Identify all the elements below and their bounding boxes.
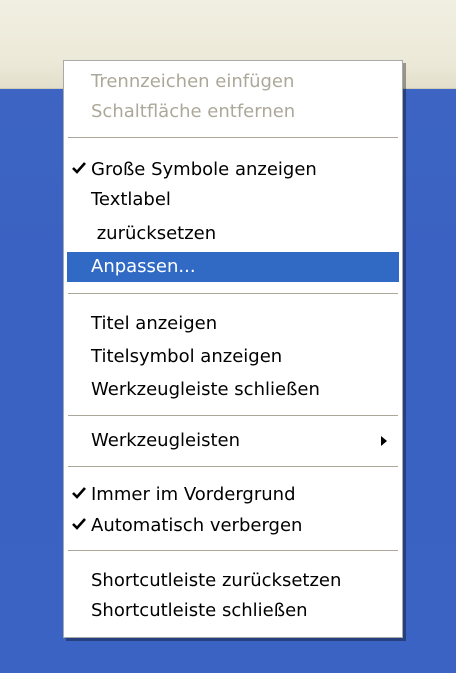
menu-item-label: Immer im Vordergrund [91,484,296,505]
menu-item-shortcutleiste-zuruecksetzen[interactable]: Shortcutleiste zurücksetzen [67,566,399,596]
menu-item-werkzeugleiste-schliessen[interactable]: Werkzeugleiste schließen [67,375,399,405]
checkmark-icon [72,162,86,174]
menu-item-titel-anzeigen[interactable]: Titel anzeigen [67,309,399,339]
menu-item-label: Werkzeugleiste schließen [91,379,320,400]
checkmark-icon [72,518,86,530]
menu-separator [68,415,398,416]
menu-separator [68,293,398,294]
menu-item-label: Automatisch verbergen [91,515,303,536]
menu-item-label: Werkzeugleisten [91,430,240,451]
menu-separator [68,466,398,467]
menu-item-titelsymbol-anzeigen[interactable]: Titelsymbol anzeigen [67,342,399,372]
context-menu: Trennzeichen einfügen Schaltfläche entfe… [63,60,403,638]
menu-item-zuruecksetzen[interactable]: zurücksetzen [67,219,399,249]
menu-item-label: Titel anzeigen [91,313,218,334]
menu-item-schaltflaeche-entfernen: Schaltfläche entfernen [67,97,399,127]
menu-item-shortcutleiste-schliessen[interactable]: Shortcutleiste schließen [67,596,399,626]
menu-item-label: Textlabel [91,189,171,210]
menu-item-label: zurücksetzen [91,223,217,244]
menu-item-label: Anpassen... [91,256,196,277]
menu-item-label: Titelsymbol anzeigen [91,346,283,367]
menu-item-automatisch-verbergen[interactable]: Automatisch verbergen [67,511,399,541]
menu-item-textlabel[interactable]: Textlabel [67,185,399,215]
menu-item-immer-im-vordergrund[interactable]: Immer im Vordergrund [67,480,399,510]
menu-item-label: Große Symbole anzeigen [91,159,317,180]
menu-item-anpassen[interactable]: Anpassen... [67,252,399,282]
menu-separator [68,550,398,551]
menu-item-grosse-symbole[interactable]: Große Symbole anzeigen [67,155,399,185]
menu-item-label: Trennzeichen einfügen [91,71,295,92]
menu-item-werkzeugleisten[interactable]: Werkzeugleisten [67,426,399,456]
submenu-arrow-icon [381,436,387,446]
menu-item-label: Shortcutleiste schließen [91,600,308,621]
menu-item-label: Schaltfläche entfernen [91,101,296,122]
checkmark-icon [72,487,86,499]
menu-item-label: Shortcutleiste zurücksetzen [91,570,342,591]
menu-item-trennzeichen-einfuegen: Trennzeichen einfügen [67,67,399,97]
menu-separator [68,137,398,138]
